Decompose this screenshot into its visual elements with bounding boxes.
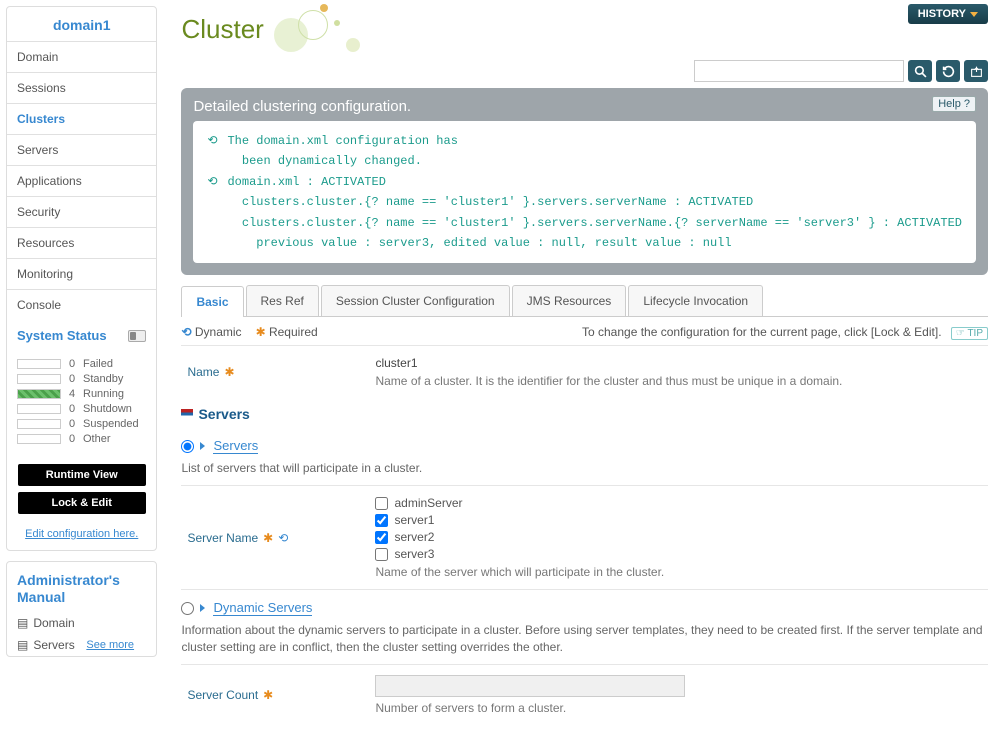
server-name-desc: Name of the server which will participat… xyxy=(375,565,988,579)
server-count-desc: Number of servers to form a cluster. xyxy=(375,701,988,715)
status-bar-icon xyxy=(17,419,61,429)
status-row-other: 0Other xyxy=(17,433,146,445)
admin-item-servers[interactable]: ▤ Servers See more xyxy=(7,634,156,656)
server-count-input[interactable] xyxy=(375,675,685,697)
sync-icon: ⟲ xyxy=(207,172,221,192)
sidebar-item-clusters[interactable]: Clusters xyxy=(7,103,156,134)
domain-title: domain1 xyxy=(7,7,156,41)
server-name-label: Server Name ✱ ⟲ xyxy=(181,496,375,579)
tab-lifecycle-invocation[interactable]: Lifecycle Invocation xyxy=(628,285,763,316)
dynamic-servers-radio[interactable] xyxy=(181,602,194,615)
expand-icon[interactable] xyxy=(200,604,205,612)
tip-text: To change the configuration for the curr… xyxy=(582,325,988,339)
checkbox-input[interactable] xyxy=(375,548,388,561)
lock-edit-button[interactable]: Lock & Edit xyxy=(18,492,146,514)
admin-manual-header: Administrator's Manual xyxy=(7,562,156,612)
status-row-failed: 0Failed xyxy=(17,358,146,370)
required-legend: ✱ Required xyxy=(256,325,318,339)
server-checkbox-server3[interactable]: server3 xyxy=(375,547,988,561)
server-count-label: Server Count ✱ xyxy=(181,675,375,715)
book-icon: ▤ xyxy=(17,616,28,630)
status-row-standby: 0Standby xyxy=(17,373,146,385)
book-icon: ▤ xyxy=(17,638,28,652)
sidebar-item-sessions[interactable]: Sessions xyxy=(7,72,156,103)
dynamic-servers-label[interactable]: Dynamic Servers xyxy=(213,600,312,616)
page-title: Cluster xyxy=(181,4,363,54)
server-checkbox-server1[interactable]: server1 xyxy=(375,513,988,527)
server-checkbox-server2[interactable]: server2 xyxy=(375,530,988,544)
tab-res-ref[interactable]: Res Ref xyxy=(246,285,319,316)
see-more-link[interactable]: See more xyxy=(86,639,134,651)
status-bar-icon xyxy=(17,359,61,369)
status-bar-icon xyxy=(17,404,61,414)
checkbox-input[interactable] xyxy=(375,497,388,510)
sidebar-item-security[interactable]: Security xyxy=(7,196,156,227)
status-bar-icon xyxy=(17,434,61,444)
runtime-view-button[interactable]: Runtime View xyxy=(18,464,146,486)
sidebar-item-domain[interactable]: Domain xyxy=(7,41,156,72)
system-status-header: System Status xyxy=(7,320,156,351)
sidebar-item-resources[interactable]: Resources xyxy=(7,227,156,258)
refresh-icon[interactable] xyxy=(936,60,960,82)
name-value: cluster1 xyxy=(375,356,988,370)
status-row-running: 4Running xyxy=(17,388,146,400)
config-line: ⟲The domain.xml configuration has xyxy=(207,131,962,151)
name-label: Name ✱ xyxy=(181,356,375,388)
checkbox-input[interactable] xyxy=(375,531,388,544)
edit-config-link[interactable]: Edit configuration here. xyxy=(7,520,156,550)
admin-item-domain[interactable]: ▤ Domain xyxy=(7,612,156,634)
toggle-icon[interactable] xyxy=(128,330,146,342)
dynamic-servers-desc: Information about the dynamic servers to… xyxy=(181,616,988,664)
tip-badge: ☞ TIP xyxy=(951,327,988,340)
refresh-icon[interactable]: ⟲ xyxy=(278,531,288,545)
tab-session-cluster-configuration[interactable]: Session Cluster Configuration xyxy=(321,285,510,316)
tab-basic[interactable]: Basic xyxy=(181,286,243,317)
sidebar-item-servers[interactable]: Servers xyxy=(7,134,156,165)
search-input[interactable] xyxy=(694,60,904,82)
export-xml-icon[interactable] xyxy=(964,60,988,82)
status-row-suspended: 0Suspended xyxy=(17,418,146,430)
config-line: ⟲domain.xml : ACTIVATED xyxy=(207,172,962,192)
status-bar-icon xyxy=(17,389,61,399)
config-body: ⟲The domain.xml configuration has been d… xyxy=(193,121,976,263)
chevron-down-icon xyxy=(970,12,978,17)
config-panel: Detailed clustering configuration. Help … xyxy=(181,88,988,275)
name-desc: Name of a cluster. It is the identifier … xyxy=(375,374,988,388)
server-checkbox-adminServer[interactable]: adminServer xyxy=(375,496,988,510)
config-line: clusters.cluster.{? name == 'cluster1' }… xyxy=(207,192,962,212)
servers-desc: List of servers that will participate in… xyxy=(181,454,988,485)
servers-radio[interactable] xyxy=(181,440,194,453)
config-panel-title: Detailed clustering configuration. xyxy=(193,98,976,115)
sidebar-item-applications[interactable]: Applications xyxy=(7,165,156,196)
config-line: clusters.cluster.{? name == 'cluster1' }… xyxy=(207,213,962,233)
checkbox-input[interactable] xyxy=(375,514,388,527)
config-line: been dynamically changed. xyxy=(207,151,962,171)
status-row-shutdown: 0Shutdown xyxy=(17,403,146,415)
expand-icon[interactable] xyxy=(200,442,205,450)
config-line: previous value : server3, edited value :… xyxy=(207,233,962,253)
help-button[interactable]: Help ? xyxy=(932,96,976,112)
tab-jms-resources[interactable]: JMS Resources xyxy=(512,285,627,316)
search-icon[interactable] xyxy=(908,60,932,82)
flag-icon xyxy=(181,409,193,419)
sidebar-item-console[interactable]: Console xyxy=(7,289,156,320)
history-button[interactable]: HISTORY xyxy=(908,4,988,24)
sidebar-item-monitoring[interactable]: Monitoring xyxy=(7,258,156,289)
servers-radio-label[interactable]: Servers xyxy=(213,438,258,454)
status-bar-icon xyxy=(17,374,61,384)
decorative-circles xyxy=(274,4,364,54)
dynamic-legend: ⟲ Dynamic xyxy=(181,325,241,339)
sync-icon: ⟲ xyxy=(207,131,221,151)
servers-section-header: Servers xyxy=(181,398,988,428)
